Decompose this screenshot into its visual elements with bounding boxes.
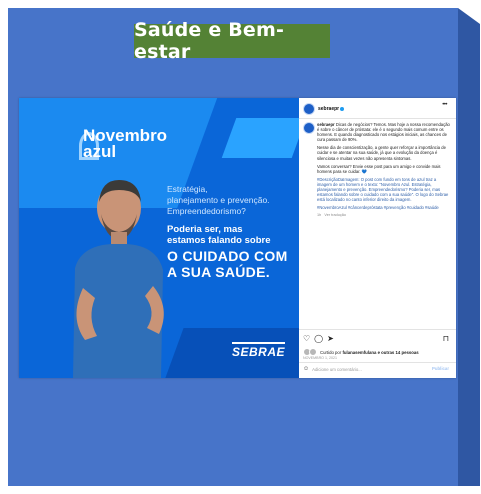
header-divider (299, 118, 456, 119)
caption-avatar[interactable] (303, 122, 315, 134)
subtitle-line: estamos falando sobre (167, 235, 271, 246)
tagline-line: Empreendedorismo? (167, 206, 246, 216)
running-man-image (73, 180, 164, 378)
post-image[interactable]: Novembro azul Estratégia, planejamento e… (19, 98, 299, 378)
caption-body: sebraepr Dicas de negócios? Temos. Mas h… (317, 122, 451, 222)
post-actions: ♡ ◯ ➤ ⊓ (303, 334, 453, 344)
headline-line: O CUIDADO COM (167, 248, 288, 264)
comment-input[interactable]: Adicione um comentário... (312, 367, 362, 372)
likes-prefix: Curtido por (320, 349, 342, 355)
comment-divider (299, 362, 456, 363)
likes-summary: Curtido por fulanasemfulana e outras 14 … (303, 348, 453, 356)
actions-divider (299, 329, 456, 330)
sebrae-logo: SEBRAE (232, 342, 286, 359)
translate-link[interactable]: Ver tradução (324, 213, 346, 217)
slide-title: Saúde e Bem-estar (134, 19, 330, 63)
subtitle-line: Poderia ser, mas (167, 224, 243, 235)
caption-text: Dicas de negócios? Temos. Mas hoje a nos… (317, 122, 450, 143)
post-caption: sebraepr Dicas de negócios? Temos. Mas h… (303, 122, 453, 217)
tagline-line: planejamento e prevenção. (167, 195, 270, 205)
likes-others[interactable]: e outras 14 pessoas (378, 350, 419, 355)
post-time: 1h (317, 213, 322, 218)
caption-hashtags[interactable]: #NovembroAzul #câncerdepróstata #prevenç… (317, 205, 451, 210)
caption-meta: 1h Ver tradução (317, 213, 451, 218)
avatar[interactable] (303, 103, 315, 115)
campaign-title: Novembro azul (83, 126, 168, 161)
post-date: NOVEMBRO 1, 2021 (303, 356, 337, 360)
smiley-icon[interactable]: ☺ (303, 366, 309, 372)
bookmark-icon[interactable]: ⊓ (443, 334, 449, 343)
post-header: sebraepr ••• (303, 102, 453, 116)
caption-paragraph: Nesse dia de conscientização, a gente qu… (317, 145, 446, 161)
comment-box: ☺ Adicione um comentário... Publicar (303, 366, 453, 372)
comment-icon[interactable]: ◯ (314, 335, 323, 343)
more-options-icon[interactable]: ••• (442, 102, 447, 108)
liker-avatar (309, 348, 317, 356)
image-subtitle: Poderia ser, mas estamos falando sobre (167, 224, 295, 246)
post-username[interactable]: sebraepr (318, 106, 339, 112)
caption-paragraph: Vamos conversar? Envie esse post para um… (317, 163, 441, 174)
slide-3d-edge (458, 8, 480, 486)
image-headline: O CUIDADO COM A SUA SAÚDE. (167, 248, 297, 280)
verified-badge-icon (340, 107, 345, 111)
tagline-line: Estratégia, (167, 184, 208, 194)
image-tagline: Estratégia, planejamento e prevenção. Em… (167, 184, 287, 217)
image-shape-stripe (221, 118, 299, 158)
instagram-post-card: Novembro azul Estratégia, planejamento e… (19, 98, 456, 378)
caption-paragraph: #DescriçãoDaImagem: O post com fundo em … (317, 176, 449, 203)
post-sidebar: sebraepr ••• sebraepr Dicas de negócios?… (299, 98, 456, 378)
headline-line: A SUA SAÚDE. (167, 264, 270, 280)
likes-user[interactable]: fulanasemfulana (342, 350, 376, 355)
share-icon[interactable]: ➤ (327, 335, 334, 343)
publish-button[interactable]: Publicar (432, 366, 449, 371)
caption-paragraph: sebraepr Dicas de negócios? Temos. Mas h… (317, 122, 451, 142)
heart-icon[interactable]: ♡ (303, 335, 310, 343)
